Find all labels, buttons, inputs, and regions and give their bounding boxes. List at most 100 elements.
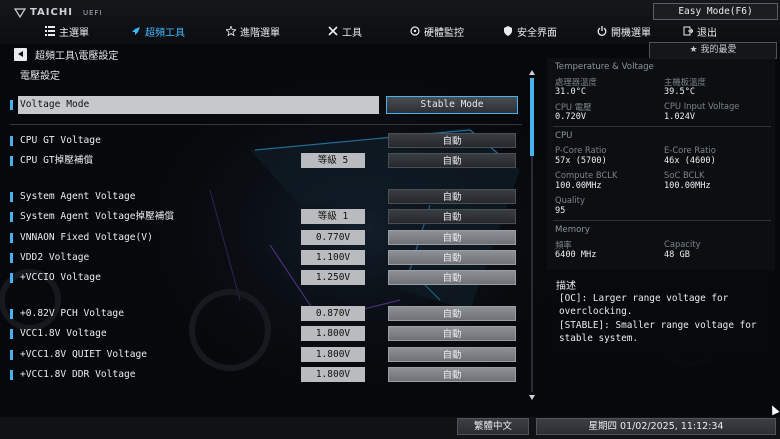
- breadcrumb-text: 超頻工具\電壓設定: [35, 51, 119, 62]
- tab-exit-label: 退出: [697, 27, 717, 39]
- scroll-down-arrow-icon[interactable]: [529, 395, 535, 400]
- breadcrumb: 超頻工具\電壓設定: [14, 47, 118, 62]
- setting-label: +VCC1.8V DDR Voltage: [20, 369, 136, 380]
- mem-freq-value: 6400 MHz: [555, 250, 597, 260]
- quality-label: Quality: [555, 195, 585, 205]
- option-button[interactable]: 自動: [388, 250, 516, 265]
- setting-row-vnnaon[interactable]: VNNAON Fixed Voltage(V) 0.770V 自動: [10, 230, 522, 246]
- option-button[interactable]: 自動: [388, 230, 516, 245]
- favorites-label: 我的最愛: [700, 45, 737, 55]
- value-field[interactable]: 0.870V: [301, 306, 365, 321]
- value-field[interactable]: 等級 1: [301, 209, 365, 224]
- option-button[interactable]: 自動: [388, 367, 516, 382]
- value-field[interactable]: 1.100V: [301, 250, 365, 265]
- row-marker: [10, 273, 13, 283]
- setting-row-vcc18-ddr[interactable]: +VCC1.8V DDR Voltage 1.800V 自動: [10, 367, 522, 383]
- scroll-thumb[interactable]: [530, 78, 534, 156]
- easy-mode-button[interactable]: Easy Mode(F6): [653, 3, 778, 20]
- favorites-button[interactable]: ★ 我的最愛: [649, 42, 777, 59]
- tab-oc-tweaker[interactable]: 超頻工具: [131, 20, 185, 42]
- row-marker: [10, 329, 13, 339]
- value-field[interactable]: 1.250V: [301, 270, 365, 285]
- back-button[interactable]: [14, 48, 27, 61]
- setting-label: System Agent Voltage掉壓補償: [20, 211, 174, 222]
- soc-bclk-label: SoC BCLK: [664, 170, 705, 180]
- ecore-label: E-Core Ratio: [664, 145, 716, 155]
- description-title: 描述: [556, 281, 576, 292]
- tab-boot[interactable]: 開機選單: [597, 20, 651, 42]
- setting-row-pch-voltage[interactable]: +0.82V PCH Voltage 0.870V 自動: [10, 306, 522, 322]
- language-button[interactable]: 繁體中文: [457, 418, 529, 435]
- mem-cap-label: Capacity: [664, 239, 701, 249]
- setting-label: +VCCIO Voltage: [20, 272, 101, 283]
- tab-advanced[interactable]: 進階選單: [226, 20, 280, 42]
- setting-row-sa-voltage[interactable]: System Agent Voltage 自動: [10, 189, 522, 205]
- cpu-volt-value: 0.720V: [555, 112, 587, 122]
- value-field[interactable]: 0.770V: [301, 230, 365, 245]
- logo: TAICHI UEFI: [14, 7, 103, 18]
- option-button[interactable]: 自動: [388, 189, 516, 204]
- value-field[interactable]: 1.800V: [301, 347, 365, 362]
- option-button[interactable]: Stable Mode: [386, 96, 518, 114]
- settings-scrollbar[interactable]: [528, 70, 536, 400]
- option-button[interactable]: 自動: [388, 133, 516, 148]
- option-button[interactable]: 自動: [388, 326, 516, 341]
- tab-exit[interactable]: 退出: [683, 20, 717, 42]
- divider: [553, 220, 771, 221]
- option-button[interactable]: 自動: [388, 153, 516, 168]
- bclk-label: Compute BCLK: [555, 170, 618, 180]
- setting-label: VDD2 Voltage: [20, 252, 90, 263]
- option-button[interactable]: 自動: [388, 306, 516, 321]
- value-field[interactable]: 等級 5: [301, 153, 365, 168]
- setting-row-sa-llc[interactable]: System Agent Voltage掉壓補償 等級 1 自動: [10, 209, 522, 225]
- cpu-heading: CPU: [555, 131, 573, 141]
- option-button[interactable]: 自動: [388, 270, 516, 285]
- setting-label: CPU GT掉壓補償: [20, 155, 94, 166]
- star-icon: ★: [689, 45, 698, 55]
- setting-row-vdd2[interactable]: VDD2 Voltage 1.100V 自動: [10, 250, 522, 266]
- scroll-up-arrow-icon[interactable]: [529, 70, 535, 75]
- pcore-label: P-Core Ratio: [555, 145, 607, 155]
- exit-icon: [683, 26, 693, 36]
- brand-name: TAICHI: [30, 7, 73, 18]
- tab-security[interactable]: 安全界面: [503, 20, 557, 42]
- setting-label: System Agent Voltage: [20, 191, 136, 202]
- divider: [553, 126, 771, 127]
- setting-row-voltage-mode[interactable]: Voltage Mode Stable Mode: [10, 96, 522, 114]
- row-marker: [10, 192, 13, 202]
- tab-main-label: 主選單: [59, 27, 89, 39]
- setting-row-cpu-gt-voltage[interactable]: CPU GT Voltage 自動: [10, 133, 522, 149]
- row-marker: [10, 350, 13, 360]
- value-field[interactable]: 1.800V: [301, 326, 365, 341]
- value-field[interactable]: 1.800V: [301, 367, 365, 382]
- divider: [10, 124, 522, 125]
- setting-label: VNNAON Fixed Voltage(V): [20, 232, 153, 243]
- setting-row-vcc18[interactable]: VCC1.8V Voltage 1.800V 自動: [10, 326, 522, 342]
- setting-row-vccio[interactable]: +VCCIO Voltage 1.250V 自動: [10, 270, 522, 286]
- rocket-icon: [132, 27, 140, 35]
- tab-oc-tweaker-label: 超頻工具: [145, 27, 185, 39]
- setting-row-cpu-gt-llc[interactable]: CPU GT掉壓補償 等級 5 自動: [10, 153, 522, 169]
- page-title: 電壓設定: [20, 71, 60, 82]
- option-button[interactable]: 自動: [388, 209, 516, 224]
- main-nav: 主選單 超頻工具 進階選單 工具 硬體監控 安全界面 開機選單 退出: [0, 20, 780, 42]
- pcore-value: 57x (5700): [555, 156, 607, 166]
- mb-temp-value: 39.5°C: [664, 87, 696, 97]
- description-body: [OC]: Larger range voltage for overclock…: [559, 293, 757, 344]
- memory-heading: Memory: [555, 225, 590, 235]
- tab-security-label: 安全界面: [517, 27, 557, 39]
- tab-tools[interactable]: 工具: [328, 20, 362, 42]
- soc-bclk-value: 100.00MHz: [664, 181, 711, 191]
- row-marker: [10, 309, 13, 319]
- menu-icon: [45, 26, 55, 36]
- tab-boot-label: 開機選單: [611, 27, 651, 39]
- shield-icon: [504, 26, 512, 36]
- setting-row-vcc18-quiet[interactable]: +VCC1.8V QUIET Voltage 1.800V 自動: [10, 347, 522, 363]
- tab-hw-monitor[interactable]: 硬體監控: [410, 20, 464, 42]
- setting-label: +VCC1.8V QUIET Voltage: [20, 349, 148, 360]
- row-marker: [10, 253, 13, 263]
- temp-voltage-heading: Temperature & Voltage: [555, 62, 654, 72]
- tab-main[interactable]: 主選單: [45, 20, 89, 42]
- setting-label: VCC1.8V Voltage: [20, 328, 107, 339]
- option-button[interactable]: 自動: [388, 347, 516, 362]
